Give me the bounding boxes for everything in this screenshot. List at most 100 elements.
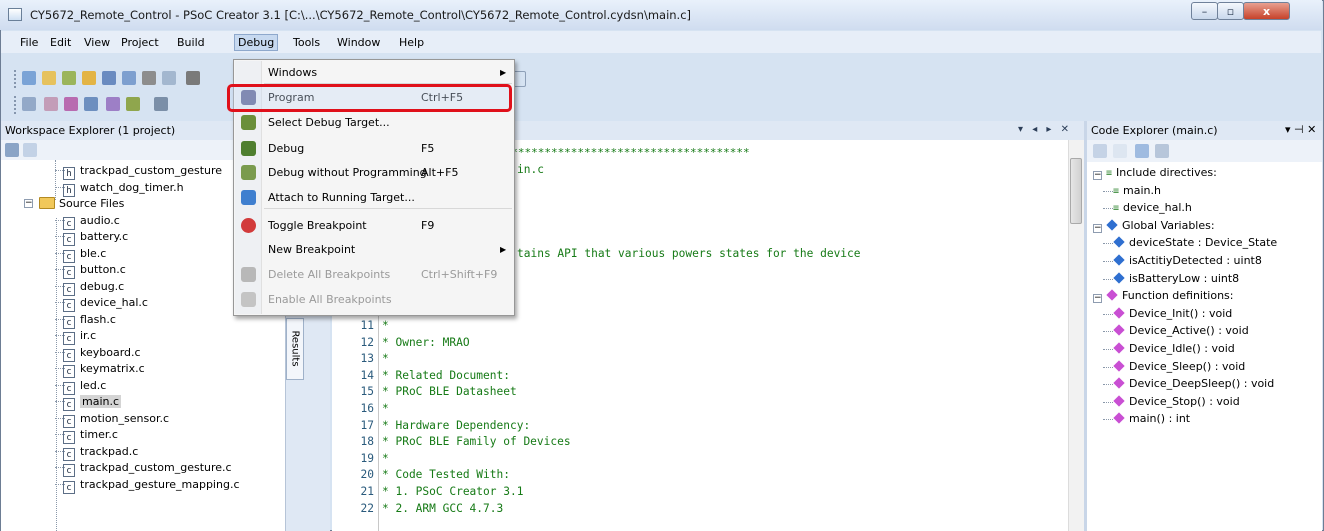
function-item[interactable]: Device_Init() : void [1103,305,1233,323]
menu-help[interactable]: Help [396,34,427,51]
include-item[interactable]: ≡ main.h [1103,182,1161,200]
build-icon[interactable] [64,97,78,111]
editor-header-controls[interactable]: ▾ ◂ ▸ ✕ [1018,124,1072,135]
tree-connector [55,401,65,402]
tree-file[interactable]: c device_hal.c [55,294,148,312]
bug-icon [241,141,256,156]
collapse-icon[interactable]: − [24,199,33,208]
new-project-icon[interactable] [22,71,36,85]
workspace-properties-icon[interactable] [5,143,19,157]
toolbar-grip[interactable] [14,70,19,88]
tree-file[interactable]: h watch_dog_timer.h [55,179,184,197]
function-item[interactable]: Device_Stop() : void [1103,393,1240,411]
menu-edit[interactable]: Edit [47,34,74,51]
line-number: 13 [360,352,374,366]
global-variables-group[interactable]: − Global Variables: [1093,217,1215,235]
tree-file[interactable]: h trackpad_custom_gesture [55,162,222,180]
tree-connector [55,302,65,303]
menu-tools[interactable]: Tools [290,34,323,51]
function-item[interactable]: Device_Sleep() : void [1103,358,1245,376]
tree-file[interactable]: c motion_sensor.c [55,410,169,428]
code-line: 16 * [332,401,389,417]
minimize-button[interactable]: – [1191,2,1218,20]
sort-icon[interactable] [1155,144,1169,158]
toolbar-grip-2[interactable] [14,96,19,114]
submenu-arrow-icon: ▶ [500,68,507,77]
open-folder-icon[interactable] [82,71,96,85]
menu-view[interactable]: View [81,34,113,51]
close-button[interactable]: x [1243,2,1290,20]
debug-menu-item-windows[interactable]: Windows ▶ [235,60,513,85]
tree-file[interactable]: c flash.c [55,311,116,329]
editor-scrollbar-thumb[interactable] [1070,158,1082,224]
add-item-icon[interactable] [62,71,76,85]
save-all-icon[interactable] [122,71,136,85]
cut-icon[interactable] [186,71,200,85]
workspace-refresh-icon[interactable] [23,143,37,157]
tree-file[interactable]: c keyboard.c [55,344,141,362]
indent-icon[interactable] [154,97,168,111]
print-preview-icon[interactable] [162,71,176,85]
debug-menu-item-debug-without-programming[interactable]: Debug without Programming Alt+F5 [235,160,513,185]
function-definitions-group[interactable]: − Function definitions: [1093,287,1234,305]
tree-folder[interactable]: − Source Files [24,195,124,212]
global-variable-item[interactable]: deviceState : Device_State [1103,234,1277,252]
new-item-icon[interactable] [42,71,56,85]
menu-item-label: Enable All Breakpoints [268,293,392,306]
menu-window[interactable]: Window [334,34,383,51]
tree-file[interactable]: c ble.c [55,245,106,263]
include-directives-group[interactable]: − ≡ Include directives: [1093,164,1217,182]
collapse-all-icon[interactable] [1113,144,1127,158]
global-variable-item[interactable]: isActitiyDetected : uint8 [1103,252,1262,270]
tree-file[interactable]: c keymatrix.c [55,360,145,378]
collapse-icon[interactable]: − [1093,223,1102,233]
code-comment-text: * Owner: MRAO [382,335,470,349]
symbol-label: Device_Init() : void [1129,306,1233,320]
collapse-icon[interactable]: − [1093,171,1102,180]
results-tab[interactable]: Results [286,318,304,380]
tree-file[interactable]: c led.c [55,377,107,395]
menu-project[interactable]: Project [118,34,162,51]
function-item[interactable]: main() : int [1103,410,1190,428]
tree-file[interactable]: c ir.c [55,327,96,345]
tree-file[interactable]: c trackpad.c [55,443,138,461]
menu-file[interactable]: File [17,34,41,51]
global-variable-item[interactable]: isBatteryLow : uint8 [1103,270,1239,288]
symbol-label: isActitiyDetected : uint8 [1129,254,1262,267]
menu-build[interactable]: Build [174,34,208,51]
collapse-icon[interactable]: − [1093,294,1102,304]
group-by-icon[interactable] [1135,144,1149,158]
window-layout-icon[interactable] [22,97,36,111]
tree-connector [1103,401,1113,403]
expand-all-icon[interactable] [1093,144,1107,158]
program-toolbar-icon[interactable] [106,97,120,111]
code-explorer-header-controls[interactable]: ▾ ⊣ ✕ [1285,123,1316,136]
debug-toolbar-icon[interactable] [126,97,140,111]
code-partial-description: tains API that various powers states for… [517,247,861,260]
function-item[interactable]: Device_Active() : void [1103,322,1249,340]
tree-file[interactable]: c trackpad_gesture_mapping.c [55,476,240,494]
debug-menu-item-select-debug-target[interactable]: Select Debug Target... [235,110,513,135]
tree-file[interactable]: c timer.c [55,426,118,444]
save-icon[interactable] [102,71,116,85]
debug-menu-item-attach-to-running-target[interactable]: Attach to Running Target... [235,185,513,210]
tree-file[interactable]: c battery.c [55,228,129,246]
maximize-button[interactable]: ▫ [1217,2,1244,20]
print-icon[interactable] [142,71,156,85]
component-icon[interactable] [44,97,58,111]
function-item[interactable]: Device_Idle() : void [1103,340,1235,358]
debug-menu-item-toggle-breakpoint[interactable]: Toggle Breakpoint F9 [235,213,513,238]
tree-item-label: battery.c [80,230,129,243]
clean-icon[interactable] [84,97,98,111]
function-item[interactable]: Device_DeepSleep() : void [1103,375,1274,393]
debug-menu-item-debug[interactable]: Debug F5 [235,136,513,161]
tree-file[interactable]: c audio.c [55,212,120,230]
tree-file[interactable]: c debug.c [55,278,124,296]
tree-file[interactable]: c main.c [55,393,122,411]
tree-file[interactable]: c button.c [55,261,126,279]
tree-file[interactable]: c trackpad_custom_gesture.c [55,459,232,477]
tree-item-label: led.c [80,378,107,392]
debug-menu-item-new-breakpoint[interactable]: New Breakpoint ▶ [235,237,513,262]
menu-debug[interactable]: Debug [234,34,279,51]
include-item[interactable]: ≡ device_hal.h [1103,199,1192,217]
